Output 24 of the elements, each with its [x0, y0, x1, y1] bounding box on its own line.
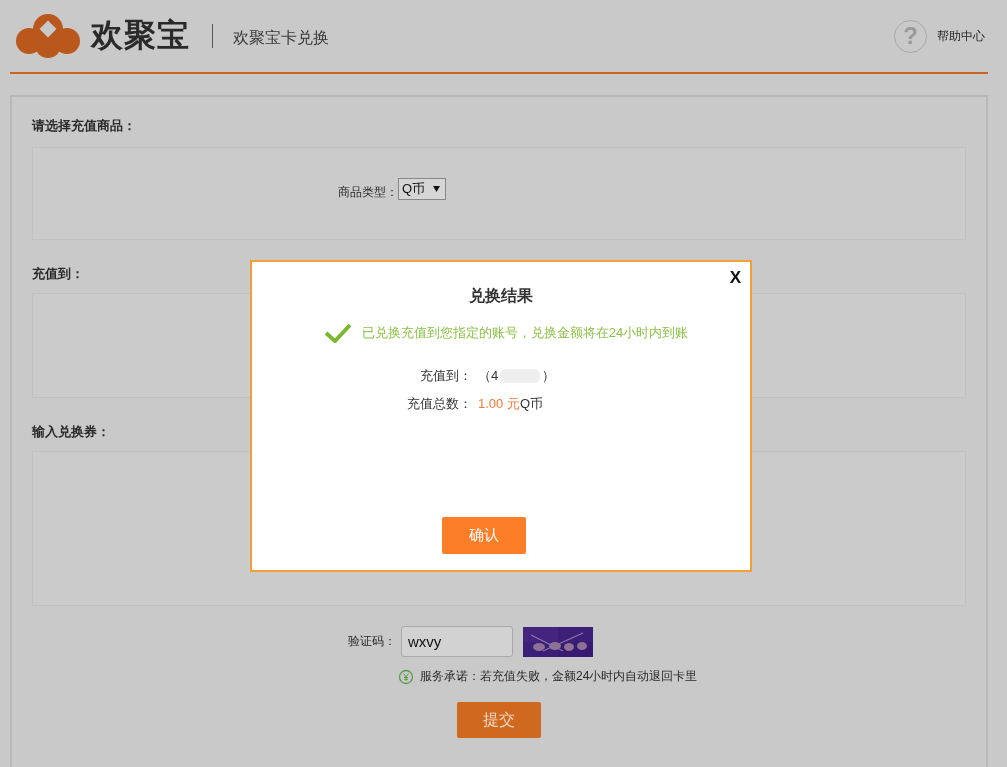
field-label: 商品类型：: [338, 184, 398, 201]
amount-value: 1.00 元: [478, 395, 520, 413]
close-button[interactable]: X: [729, 268, 741, 288]
dialog-title: 兑换结果: [469, 286, 533, 306]
section-label: 请选择充值商品：: [32, 117, 136, 133]
help-link[interactable]: 帮助中心: [937, 27, 985, 45]
result-label: 充值到：: [419, 367, 472, 385]
account-value: ）: [542, 367, 556, 385]
page-title: 欢聚宝卡兑换: [233, 27, 329, 48]
logo-icon: [15, 13, 81, 59]
captcha-input[interactable]: wxvy: [401, 626, 513, 657]
check-icon: [323, 323, 352, 343]
brand-name: 欢聚宝: [91, 16, 190, 55]
dropdown-icon: [433, 185, 441, 192]
account-value: （4: [478, 367, 499, 385]
currency-unit: Q币: [519, 395, 544, 413]
section-label: 输入兑换券：: [32, 423, 110, 439]
result-label: 充值总数：: [406, 395, 472, 413]
success-message: 已兑换充值到您指定的账号，兑换金额将在24小时内到账: [361, 324, 689, 342]
service-promise: 服务承诺：若充值失败，金额24小时内自动退回卡里: [420, 668, 698, 685]
section-label: 充值到：: [32, 265, 84, 281]
product-type-select[interactable]: Q币: [398, 177, 447, 200]
refund-icon: [398, 668, 414, 685]
captcha-label: 验证码：: [348, 633, 396, 650]
